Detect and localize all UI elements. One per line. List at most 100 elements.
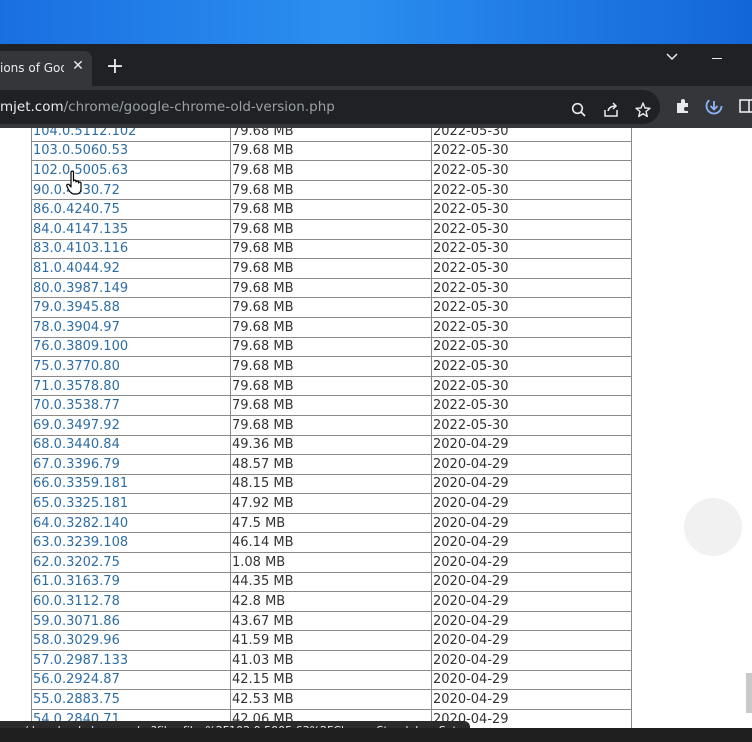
- table-row: 68.0.3440.84 49.36 MB 2020-04-29: [31, 434, 632, 456]
- release-date-cell: 2020-04-29: [431, 454, 632, 475]
- table-row: 103.0.5060.53 79.68 MB 2022-05-30: [31, 140, 632, 162]
- minimize-button[interactable]: [712, 58, 722, 59]
- version-link[interactable]: 78.0.3904.97: [31, 316, 231, 338]
- file-size-cell: 79.68 MB: [230, 277, 432, 299]
- version-link[interactable]: 60.0.3112.78: [31, 591, 231, 612]
- table-row: 80.0.3987.149 79.68 MB 2022-05-30: [31, 277, 632, 299]
- version-link[interactable]: 70.0.3538.77: [31, 395, 231, 416]
- table-row: 58.0.3029.96 41.59 MB 2020-04-29: [31, 630, 632, 652]
- table-row: 63.0.3239.108 46.14 MB 2020-04-29: [31, 532, 632, 554]
- version-link[interactable]: 81.0.4044.92: [31, 258, 231, 279]
- version-link[interactable]: 86.0.4240.75: [31, 199, 231, 220]
- version-link[interactable]: 71.0.3578.80: [31, 375, 231, 397]
- release-date-cell: 2022-05-30: [431, 218, 632, 240]
- file-size-cell: 79.68 MB: [230, 218, 432, 240]
- version-link[interactable]: 69.0.3497.92: [31, 414, 231, 436]
- table-row: 104.0.5112.102 79.68 MB 2022-05-30: [31, 128, 632, 142]
- version-link[interactable]: 65.0.3325.181: [31, 493, 231, 514]
- file-size-cell: 48.57 MB: [230, 454, 432, 475]
- file-size-cell: 42.53 MB: [230, 689, 432, 710]
- file-size-cell: 79.68 MB: [230, 238, 432, 260]
- version-link[interactable]: 64.0.3282.140: [31, 512, 231, 534]
- version-link[interactable]: 67.0.3396.79: [31, 454, 231, 475]
- version-link[interactable]: 76.0.3809.100: [31, 336, 231, 358]
- version-link[interactable]: 90.0.4430.72: [31, 179, 231, 201]
- version-link[interactable]: 62.0.3202.75: [31, 552, 231, 573]
- release-date-cell: 2020-04-29: [431, 493, 632, 514]
- table-row: 66.0.3359.181 48.15 MB 2020-04-29: [31, 473, 632, 495]
- version-link[interactable]: 75.0.3770.80: [31, 356, 231, 377]
- file-size-cell: 79.68 MB: [230, 179, 432, 201]
- file-size-cell: 44.35 MB: [230, 571, 432, 593]
- version-link[interactable]: 56.0.2924.87: [31, 669, 231, 691]
- version-link[interactable]: 104.0.5112.102: [31, 128, 231, 142]
- version-link[interactable]: 102.0.5005.63: [31, 160, 231, 181]
- table-row: 71.0.3578.80 79.68 MB 2022-05-30: [31, 375, 632, 397]
- file-size-cell: 79.68 MB: [230, 297, 432, 318]
- table-row: 60.0.3112.78 42.8 MB 2020-04-29: [31, 591, 632, 612]
- file-size-cell: 49.36 MB: [230, 434, 432, 456]
- version-link[interactable]: 80.0.3987.149: [31, 277, 231, 299]
- version-link[interactable]: 55.0.2883.75: [31, 689, 231, 710]
- release-date-cell: 2020-04-29: [431, 669, 632, 691]
- scrollbar-thumb[interactable]: [746, 673, 752, 713]
- browser-toolbar: mjet.com/chrome/google-chrome-old-versio…: [0, 86, 752, 128]
- table-row: 61.0.3163.79 44.35 MB 2020-04-29: [31, 571, 632, 593]
- release-date-cell: 2022-05-30: [431, 238, 632, 260]
- release-date-cell: 2020-04-29: [431, 473, 632, 495]
- file-size-cell: 79.68 MB: [230, 414, 432, 436]
- version-link[interactable]: 61.0.3163.79: [31, 571, 231, 593]
- file-size-cell: 79.68 MB: [230, 128, 432, 142]
- release-date-cell: 2020-04-29: [431, 689, 632, 710]
- file-size-cell: 79.68 MB: [230, 160, 432, 181]
- version-link[interactable]: 68.0.3440.84: [31, 434, 231, 456]
- sidebar-icon[interactable]: [738, 97, 752, 115]
- chrome-versions-table: 104.0.5112.102 79.68 MB 2022-05-30 103.0.50…: [31, 128, 632, 728]
- chevron-down-icon[interactable]: [664, 50, 680, 64]
- file-size-cell: 79.68 MB: [230, 199, 432, 220]
- release-date-cell: 2022-05-30: [431, 277, 632, 299]
- release-date-cell: 2022-05-30: [431, 199, 632, 220]
- file-size-cell: 41.59 MB: [230, 630, 432, 652]
- table-row: 56.0.2924.87 42.15 MB 2020-04-29: [31, 669, 632, 691]
- table-row: 84.0.4147.135 79.68 MB 2022-05-30: [31, 218, 632, 240]
- tab-close-icon[interactable]: ✕: [70, 58, 86, 74]
- version-link[interactable]: 58.0.3029.96: [31, 630, 231, 652]
- download-icon[interactable]: [705, 97, 723, 115]
- version-link[interactable]: 63.0.3239.108: [31, 532, 231, 554]
- file-size-cell: 46.14 MB: [230, 532, 432, 554]
- version-link[interactable]: 83.0.4103.116: [31, 238, 231, 260]
- extensions-icon[interactable]: [674, 97, 692, 115]
- release-date-cell: 2020-04-29: [431, 650, 632, 671]
- table-row: 79.0.3945.88 79.68 MB 2022-05-30: [31, 297, 632, 318]
- version-link[interactable]: 103.0.5060.53: [31, 140, 231, 162]
- version-link[interactable]: 57.0.2987.133: [31, 650, 231, 671]
- star-icon[interactable]: [634, 101, 652, 119]
- url-host: mjet.com: [0, 99, 64, 115]
- table-row: 64.0.3282.140 47.5 MB 2020-04-29: [31, 512, 632, 534]
- version-link[interactable]: 79.0.3945.88: [31, 297, 231, 318]
- release-date-cell: 2022-05-30: [431, 179, 632, 201]
- file-size-cell: 42.8 MB: [230, 591, 432, 612]
- release-date-cell: 2022-05-30: [431, 375, 632, 397]
- table-row: 102.0.5005.63 79.68 MB 2022-05-30: [31, 160, 632, 181]
- version-link[interactable]: 59.0.3071.86: [31, 610, 231, 632]
- file-size-cell: 47.92 MB: [230, 493, 432, 514]
- address-url[interactable]: mjet.com/chrome/google-chrome-old-versio…: [0, 99, 335, 115]
- new-tab-button[interactable]: +: [104, 56, 126, 80]
- search-icon[interactable]: [570, 101, 588, 119]
- browser-tab[interactable]: ions of Goog ✕: [0, 51, 92, 86]
- version-link[interactable]: 84.0.4147.135: [31, 218, 231, 240]
- release-date-cell: 2022-05-30: [431, 140, 632, 162]
- share-icon[interactable]: [602, 101, 620, 119]
- file-size-cell: 47.5 MB: [230, 512, 432, 534]
- file-size-cell: 79.68 MB: [230, 336, 432, 358]
- table-row: 86.0.4240.75 79.68 MB 2022-05-30: [31, 199, 632, 220]
- table-row: 69.0.3497.92 79.68 MB 2022-05-30: [31, 414, 632, 436]
- scroll-to-top-button[interactable]: [684, 498, 742, 556]
- browser-titlebar: ions of Goog ✕ +: [0, 44, 752, 86]
- address-bar[interactable]: mjet.com/chrome/google-chrome-old-versio…: [0, 90, 660, 124]
- release-date-cell: 2022-05-30: [431, 128, 632, 142]
- version-link[interactable]: 66.0.3359.181: [31, 473, 231, 495]
- file-size-cell: 42.15 MB: [230, 669, 432, 691]
